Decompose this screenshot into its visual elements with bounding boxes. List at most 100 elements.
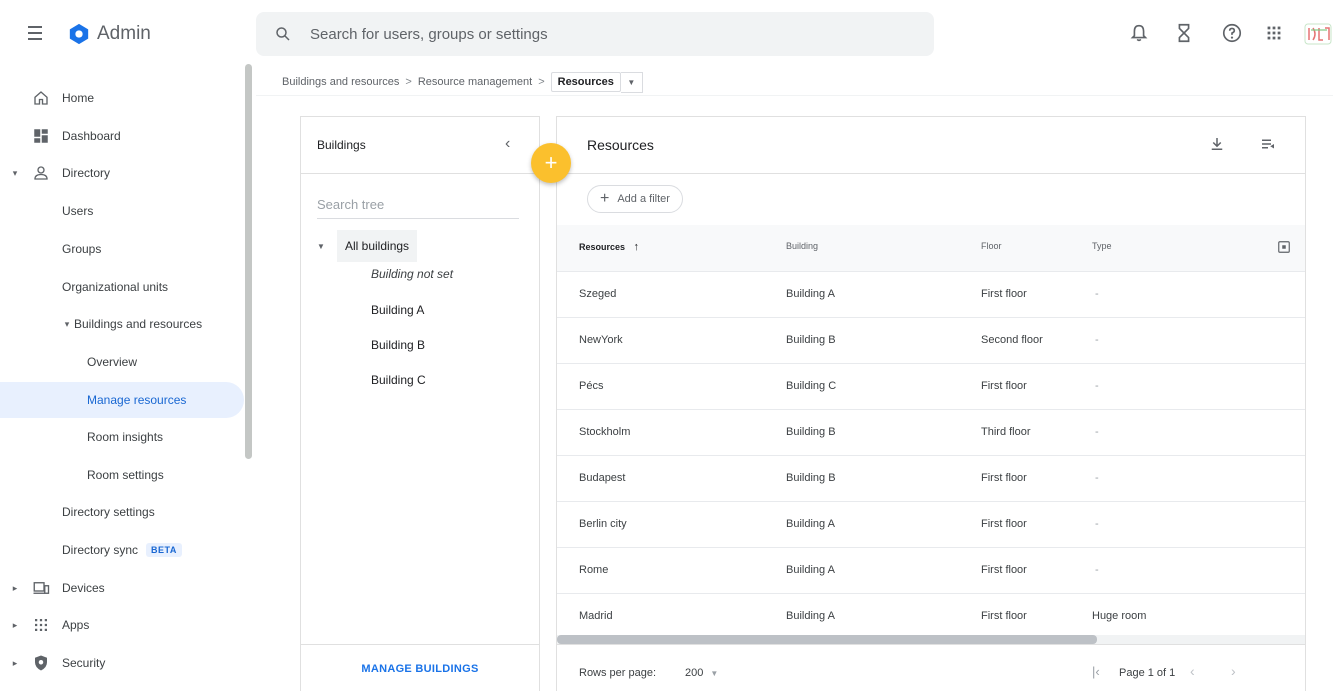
breadcrumb-current: Resources [550, 72, 621, 92]
cell-type: Huge room [1092, 610, 1147, 622]
table-row[interactable]: Madrid Building A First floor Huge room [557, 593, 1305, 635]
collapse-chevron-icon[interactable]: ‹ [505, 135, 510, 153]
sidebar-item-label: Security [62, 656, 106, 670]
table-row[interactable]: Pécs Building C First floor - [557, 363, 1305, 409]
cell-floor: First floor [981, 610, 1027, 622]
resources-panel: Resources + Add a filter Resources ↑ Bui… [556, 116, 1306, 691]
top-bar: Admin [0, 0, 1333, 64]
sidebar-item-label: Directory sync [62, 543, 139, 557]
tree-item-building-not-set[interactable]: Building not set [371, 267, 453, 281]
sidebar-item-label: Overview [87, 355, 138, 369]
table-header: Resources ↑ Building Floor Type [557, 225, 1305, 271]
sidebar-item-room-insights[interactable]: Room insights [0, 419, 244, 455]
buildings-panel: Buildings ‹ ▼ All buildings Building not… [300, 116, 540, 691]
hourglass-icon[interactable] [1173, 22, 1195, 44]
sidebar-item-label: Buildings and resources [74, 317, 203, 331]
bell-icon[interactable] [1128, 22, 1150, 44]
header-divider [256, 95, 1333, 96]
app-title: Admin [97, 23, 151, 44]
tree-item-building-a[interactable]: Building A [371, 303, 424, 317]
previous-page-icon[interactable]: ‹ [1190, 663, 1195, 679]
cell-type: - [1095, 426, 1099, 438]
breadcrumb-link-resource-management[interactable]: Resource management [418, 76, 532, 88]
sidebar-item-users[interactable]: Users [0, 193, 244, 229]
sidebar-item-devices[interactable]: ▸ Devices [0, 570, 244, 606]
table-row[interactable]: Budapest Building B First floor - [557, 455, 1305, 501]
sidebar-item-org-units[interactable]: Organizational units [0, 269, 244, 305]
sidebar-item-overview[interactable]: Overview [0, 344, 244, 380]
add-filter-button[interactable]: + Add a filter [587, 185, 683, 213]
download-icon[interactable] [1208, 135, 1226, 153]
column-header-resources[interactable]: Resources ↑ [579, 241, 639, 253]
caret-down-icon: ▾ [64, 318, 70, 329]
resources-panel-title: Resources [587, 137, 654, 153]
sidebar-item-label: Organizational units [62, 280, 169, 294]
sidebar-item-label: Apps [62, 618, 90, 632]
cell-floor: First floor [981, 518, 1027, 530]
cell-resource: Szeged [579, 288, 617, 300]
add-resource-fab[interactable]: + [531, 143, 571, 183]
sidebar-item-home[interactable]: Home [0, 80, 244, 116]
table-row[interactable]: Stockholm Building B Third floor - [557, 409, 1305, 455]
sidebar-item-label: Manage resources [87, 393, 187, 407]
sidebar-item-directory-settings[interactable]: Directory settings [0, 494, 244, 530]
main-menu-icon[interactable] [22, 22, 48, 44]
divider [557, 173, 1305, 174]
account-avatar-icon[interactable] [1303, 22, 1333, 46]
search-bar[interactable] [256, 12, 934, 56]
tree-item-all-buildings[interactable]: ▼ All buildings [317, 229, 418, 263]
caret-down-icon: ▼ [317, 241, 325, 251]
sidebar-scrollbar[interactable] [245, 64, 252, 459]
sidebar-item-label: Room settings [87, 468, 164, 482]
rows-per-page-label: Rows per page: [579, 667, 657, 679]
sidebar-item-label: Users [62, 204, 94, 218]
sidebar-item-label: Groups [62, 242, 102, 256]
cell-type: - [1095, 334, 1099, 346]
cell-resource: Pécs [579, 380, 604, 392]
page-indicator: Page 1 of 1 [1119, 667, 1176, 679]
tree-item-building-c[interactable]: Building C [371, 373, 426, 387]
column-header-floor[interactable]: Floor [981, 241, 1002, 251]
caret-right-icon: ▸ [12, 582, 18, 593]
sidebar-item-label: Devices [62, 581, 105, 595]
sidebar-item-groups[interactable]: Groups [0, 231, 244, 267]
horizontal-scrollbar[interactable] [557, 635, 1097, 644]
tree-search-input[interactable] [317, 191, 519, 219]
column-header-type[interactable]: Type [1092, 241, 1112, 251]
sidebar-item-manage-resources[interactable]: Manage resources [0, 382, 244, 418]
apps-grid-icon[interactable] [1263, 22, 1285, 44]
breadcrumb-dropdown-icon[interactable]: ▼ [620, 71, 643, 93]
cell-floor: Third floor [981, 426, 1031, 438]
shield-icon [35, 655, 47, 671]
table-row[interactable]: NewYork Building B Second floor - [557, 317, 1305, 363]
column-settings-icon[interactable] [1277, 240, 1291, 254]
sidebar-item-security[interactable]: ▸ Security [0, 645, 244, 681]
table-row[interactable]: Szeged Building A First floor - [557, 271, 1305, 317]
dashboard-icon [34, 129, 48, 143]
sidebar-item-directory-sync[interactable]: Directory sync BETA [0, 532, 244, 568]
cell-type: - [1095, 288, 1099, 300]
home-icon [34, 91, 48, 105]
manage-buildings-button[interactable]: MANAGE BUILDINGS [301, 645, 539, 691]
sidebar-item-room-settings[interactable]: Room settings [0, 457, 244, 493]
table-row[interactable]: Berlin city Building A First floor - [557, 501, 1305, 547]
help-icon[interactable] [1221, 22, 1243, 44]
search-input[interactable] [310, 12, 910, 56]
breadcrumb-link-buildings[interactable]: Buildings and resources [282, 76, 399, 88]
sidebar-item-directory[interactable]: ▾ Directory [0, 155, 244, 191]
rows-per-page-select[interactable]: 200 ▼ [685, 667, 718, 679]
cell-building: Building B [786, 426, 836, 438]
cell-building: Building B [786, 472, 836, 484]
cell-resource: Rome [579, 564, 609, 576]
first-page-icon[interactable]: |‹ [1092, 664, 1100, 679]
sidebar-item-buildings-resources[interactable]: ▾ Buildings and resources [0, 306, 244, 342]
cell-building: Building C [786, 380, 837, 392]
cell-building: Building A [786, 288, 835, 300]
next-page-icon[interactable]: › [1231, 663, 1236, 679]
column-header-building[interactable]: Building [786, 241, 818, 251]
sidebar-item-apps[interactable]: ▸ Apps [0, 607, 244, 643]
sidebar-item-dashboard[interactable]: Dashboard [0, 118, 244, 154]
manage-columns-icon[interactable] [1259, 135, 1277, 153]
table-row[interactable]: Rome Building A First floor - [557, 547, 1305, 593]
tree-item-building-b[interactable]: Building B [371, 338, 425, 352]
